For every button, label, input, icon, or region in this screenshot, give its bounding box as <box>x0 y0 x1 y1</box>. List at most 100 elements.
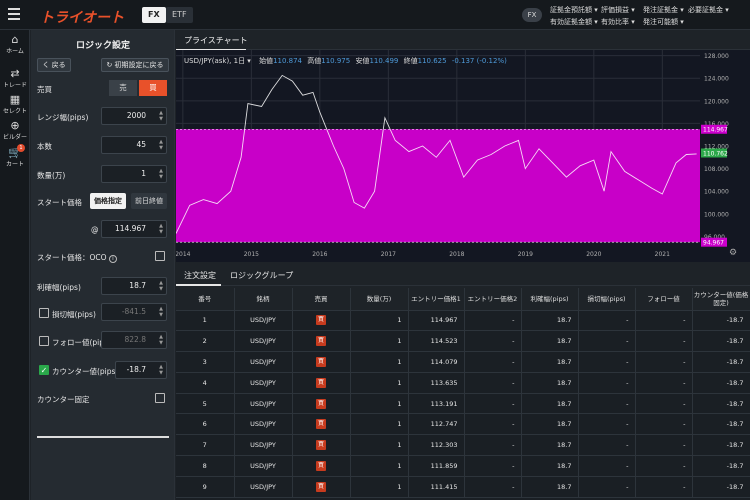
table-cell: 1 <box>350 330 409 353</box>
order-margin-summary[interactable]: 発注証拠金 ▾ <box>643 5 684 15</box>
take-profit-input[interactable]: 18.7 ▲ ▼ <box>101 277 167 295</box>
table-row[interactable]: 6 USD/JPY 買 1 112.747-18.7- - -18.7 <box>176 413 750 436</box>
ohlc-close: 終値110.625 <box>403 57 447 65</box>
side-badge: 買 <box>316 315 326 326</box>
table-cell: 18.7 <box>521 310 579 332</box>
nav-cart[interactable]: 🛒 カート 1 <box>0 144 30 168</box>
quantity-input[interactable]: 1 ▲ ▼ <box>101 165 167 183</box>
price-chart-svg[interactable]: 128.000124.000120.000116.000112.000108.0… <box>175 50 750 262</box>
effective-margin-summary[interactable]: 有効証拠金額 ▾ <box>550 17 598 27</box>
table-cell: - <box>578 351 636 373</box>
counter-fixed-label: カウンター固定 <box>37 395 90 404</box>
table-cell: 113.191 <box>408 393 465 415</box>
app-logo[interactable]: トライオート <box>40 7 124 27</box>
range-input[interactable]: 2000 ▲ ▼ <box>101 107 167 125</box>
stop-loss-checkbox[interactable] <box>39 308 49 318</box>
counter-label: カウンター値(pips) <box>52 367 119 376</box>
table-row[interactable]: 5 USD/JPY 買 1 113.191-18.7- - -18.7 <box>176 393 750 415</box>
deposit-summary[interactable]: 証拠金預託額 ▾ <box>550 5 598 15</box>
stepper-icon[interactable]: ▲ ▼ <box>159 364 163 376</box>
at-symbol: @ <box>91 225 99 234</box>
oco-checkbox[interactable] <box>155 251 165 261</box>
table-row[interactable]: 4 USD/JPY 買 1 113.635-18.7- - -18.7 <box>176 372 750 394</box>
current-price-label: 110.762 <box>703 150 728 157</box>
table-row[interactable]: 2 USD/JPY 買 1 114.523-18.7- - -18.7 <box>176 330 750 353</box>
available-amount-summary[interactable]: 発注可能額 ▾ <box>643 17 684 27</box>
stepper-icon[interactable]: ▲ ▼ <box>159 168 163 180</box>
table-cell: USD/JPY <box>234 310 293 332</box>
nav-select[interactable]: ▦ セレクト <box>0 94 30 116</box>
follow-input: 822.8 ▲ ▼ <box>101 331 167 349</box>
table-cell: - <box>635 455 693 477</box>
chart-settings-icon[interactable]: ⚙ <box>729 248 737 258</box>
segment-etf[interactable]: ETF <box>166 7 193 23</box>
table-cell: 18.7 <box>521 476 579 498</box>
counter-checkbox[interactable]: ✓ <box>39 365 49 375</box>
side-badge: 買 <box>316 460 326 471</box>
price-specify-toggle[interactable]: 価格指定 <box>90 193 126 209</box>
table-cell: -18.7 <box>692 413 750 436</box>
info-icon[interactable]: i <box>108 255 117 263</box>
side-badge: 買 <box>316 356 326 367</box>
prev-close-toggle[interactable]: 前日終値 <box>131 193 167 209</box>
required-margin-summary[interactable]: 必要証拠金 ▾ <box>688 5 729 15</box>
stepper-icon[interactable]: ▲ ▼ <box>159 223 163 235</box>
stepper-icon: ▲ ▼ <box>159 334 163 346</box>
side-buy-toggle[interactable]: 買 <box>139 80 167 96</box>
start-price-input[interactable]: 114.967 ▲ ▼ <box>101 220 167 238</box>
symbol-selector[interactable]: USD/JPY(ask), 1日 ▾ <box>184 57 251 65</box>
table-cell: 1 <box>350 434 409 457</box>
builder-icon: ⊕ <box>10 119 20 132</box>
counter-fixed-checkbox[interactable] <box>155 393 165 403</box>
stepper-icon[interactable]: ▲ ▼ <box>159 110 163 122</box>
tab-order-settings[interactable]: 注文設定 <box>184 270 216 281</box>
segment-fx[interactable]: FX <box>142 7 166 23</box>
table-row[interactable]: 9 USD/JPY 買 1 111.415-18.7- - -18.7 <box>176 476 750 498</box>
table-cell: 111.859 <box>408 455 465 477</box>
column-header: 損切幅(pips) <box>578 288 636 311</box>
tab-logic-group[interactable]: ロジックグループ <box>230 270 293 281</box>
table-row[interactable]: 3 USD/JPY 買 1 114.079-18.7- - -18.7 <box>176 351 750 373</box>
follow-checkbox[interactable] <box>39 336 49 346</box>
table-cell: 1 <box>350 413 409 436</box>
side-badge: 買 <box>316 481 326 492</box>
nav-builder[interactable]: ⊕ ビルダー <box>0 119 30 142</box>
table-cell: 18.7 <box>521 434 579 457</box>
tab-price-chart[interactable]: プライスチャート <box>184 35 248 46</box>
stepper-icon[interactable]: ▲ ▼ <box>159 139 163 151</box>
back-button[interactable]: く 戻る <box>37 58 71 72</box>
take-profit-label: 利確幅(pips) <box>37 283 81 292</box>
table-cell: 112.303 <box>408 434 465 457</box>
price-chart[interactable]: 128.000 124.000 120.000 116.000 112.000 108.0… <box>175 50 750 262</box>
side-badge: 買 <box>316 336 326 347</box>
table-cell: 8 <box>176 455 235 477</box>
order-tabs: 注文設定 ロジックグループ <box>176 264 750 286</box>
column-header: 売買 <box>292 288 351 311</box>
count-input[interactable]: 45 ▲ ▼ <box>101 136 167 154</box>
side-sell-toggle[interactable]: 売 <box>109 80 137 96</box>
table-cell: 6 <box>176 413 235 436</box>
y-tick-label: 104.000 <box>704 189 729 196</box>
pnl-summary[interactable]: 評価損益 ▾ <box>601 5 635 15</box>
table-cell: 18.7 <box>521 393 579 415</box>
reset-defaults-button[interactable]: ↻ 初期設定に戻る <box>101 58 169 72</box>
nav-trade[interactable]: ⇄ トレード <box>0 68 30 90</box>
table-row[interactable]: 1 USD/JPY 買 1 114.967-18.7- - -18.7 <box>176 310 750 332</box>
account-type-badge[interactable]: FX <box>522 8 542 22</box>
counter-input[interactable]: -18.7 ▲ ▼ <box>115 361 167 379</box>
stepper-icon[interactable]: ▲ ▼ <box>159 280 163 292</box>
panel-divider <box>37 436 169 438</box>
column-header: エントリー価格2 <box>464 288 522 311</box>
table-cell: - <box>635 434 693 457</box>
range-label: レンジ幅(pips) <box>37 113 89 122</box>
y-tick-label: 128.000 <box>704 53 729 60</box>
side-cell: 買 <box>292 434 351 457</box>
table-cell: -18.7 <box>692 393 750 415</box>
effective-ratio-summary[interactable]: 有効比率 ▾ <box>601 17 635 27</box>
nav-home[interactable]: ⌂ ホーム <box>0 34 30 56</box>
menu-icon[interactable] <box>8 8 20 20</box>
table-cell: - <box>464 351 522 373</box>
table-cell: 1 <box>350 310 409 332</box>
table-row[interactable]: 7 USD/JPY 買 1 112.303-18.7- - -18.7 <box>176 434 750 457</box>
table-row[interactable]: 8 USD/JPY 買 1 111.859-18.7- - -18.7 <box>176 455 750 477</box>
